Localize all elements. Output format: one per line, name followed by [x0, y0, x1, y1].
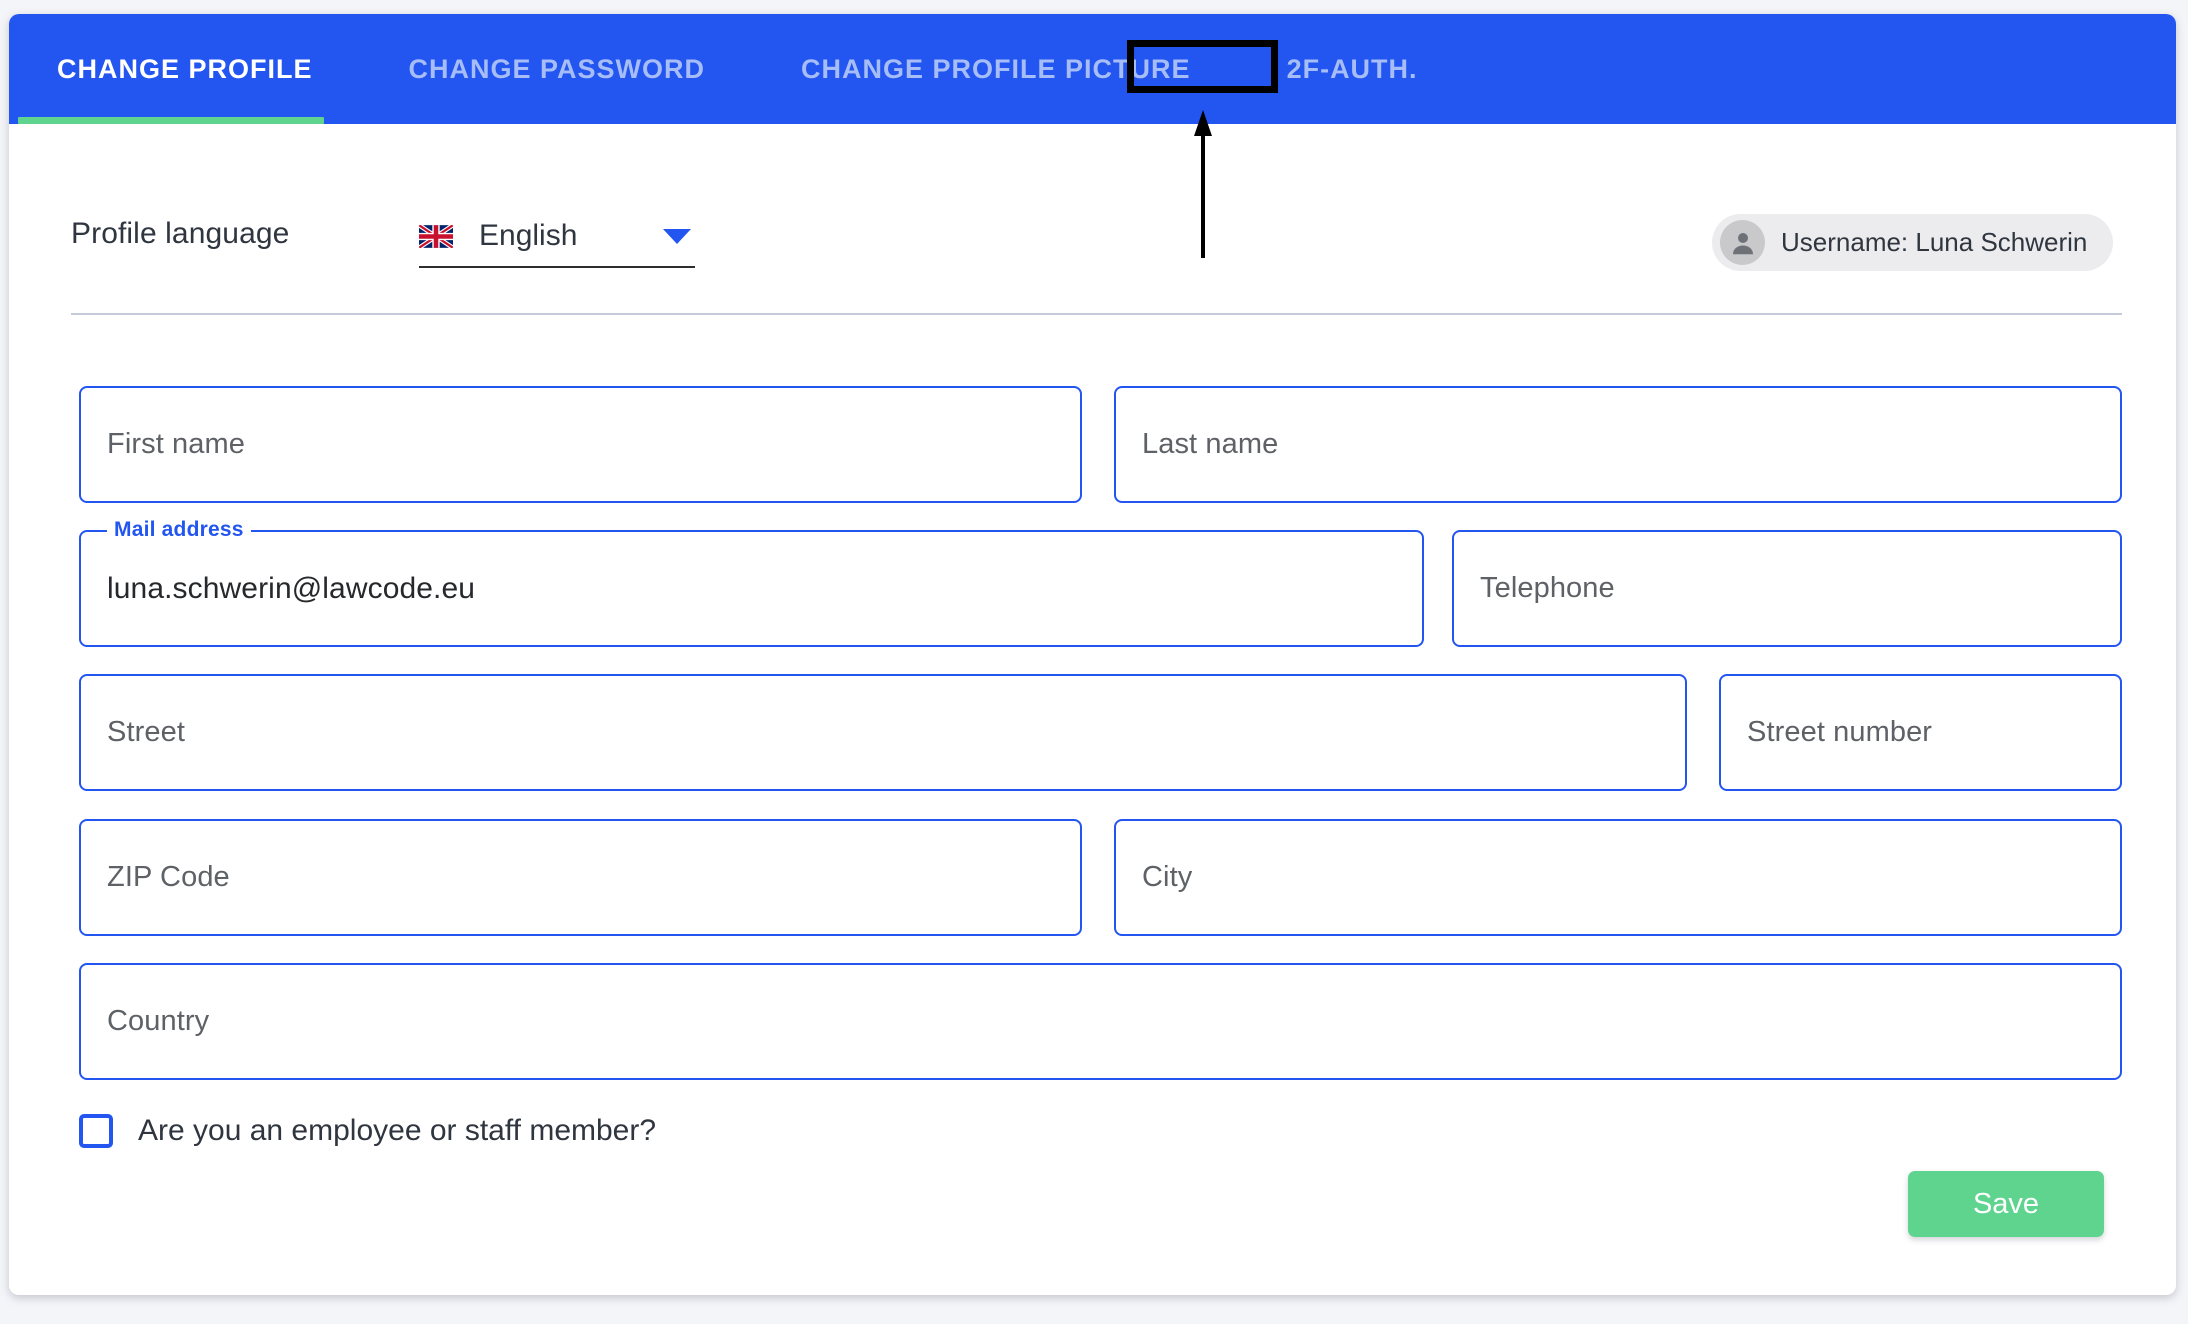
mail-address-value: luna.schwerin@lawcode.eu [107, 571, 476, 605]
first-name-field[interactable]: First name [79, 386, 1082, 503]
mail-address-field[interactable]: Mail address luna.schwerin@lawcode.eu [79, 518, 1424, 647]
telephone-field[interactable]: Telephone [1452, 530, 2122, 647]
profile-language-label: Profile language [71, 217, 290, 250]
person-icon [1720, 220, 1765, 265]
mail-address-label: Mail address [107, 518, 251, 542]
username-text: Username: Luna Schwerin [1781, 227, 2088, 257]
employee-checkbox-row[interactable]: Are you an employee or staff member? [79, 1114, 656, 1148]
uk-flag-icon [419, 224, 453, 248]
profile-settings-card: CHANGE PROFILE CHANGE PASSWORD CHANGE PR… [9, 14, 2176, 1295]
profile-language-value: English [479, 219, 578, 252]
tab-change-profile-label: CHANGE PROFILE [57, 53, 313, 84]
telephone-placeholder: Telephone [1480, 572, 1615, 604]
tab-2f-auth[interactable]: 2F-AUTH. [1239, 14, 1466, 124]
employee-checkbox[interactable] [79, 1114, 113, 1148]
city-placeholder: City [1142, 861, 1193, 893]
profile-language-select[interactable]: English [419, 206, 695, 268]
street-number-field[interactable]: Street number [1719, 674, 2122, 791]
chevron-down-icon [663, 228, 691, 244]
section-divider [71, 313, 2122, 315]
zip-code-field[interactable]: ZIP Code [79, 819, 1082, 936]
active-tab-indicator [18, 117, 324, 124]
country-placeholder: Country [107, 1005, 210, 1037]
zip-code-placeholder: ZIP Code [107, 861, 230, 893]
employee-checkbox-label: Are you an employee or staff member? [138, 1114, 657, 1147]
street-field[interactable]: Street [79, 674, 1687, 791]
last-name-placeholder: Last name [1142, 428, 1279, 460]
tab-change-password-label: CHANGE PASSWORD [408, 53, 706, 84]
street-number-placeholder: Street number [1747, 716, 1933, 748]
country-field[interactable]: Country [79, 963, 2122, 1080]
save-button[interactable]: Save [1908, 1171, 2104, 1237]
last-name-field[interactable]: Last name [1114, 386, 2122, 503]
username-badge: Username: Luna Schwerin [1712, 214, 2114, 271]
settings-tab-bar: CHANGE PROFILE CHANGE PASSWORD CHANGE PR… [9, 14, 2176, 124]
tab-change-password[interactable]: CHANGE PASSWORD [361, 14, 754, 124]
tab-2f-auth-label: 2F-AUTH. [1286, 53, 1418, 84]
tab-change-profile-picture[interactable]: CHANGE PROFILE PICTURE [753, 14, 1239, 124]
street-placeholder: Street [107, 716, 185, 748]
tab-change-profile-picture-label: CHANGE PROFILE PICTURE [801, 53, 1191, 84]
page-root: CHANGE PROFILE CHANGE PASSWORD CHANGE PR… [0, 0, 2188, 1324]
city-field[interactable]: City [1114, 819, 2122, 936]
first-name-placeholder: First name [107, 428, 245, 460]
tab-change-profile[interactable]: CHANGE PROFILE [9, 14, 361, 124]
